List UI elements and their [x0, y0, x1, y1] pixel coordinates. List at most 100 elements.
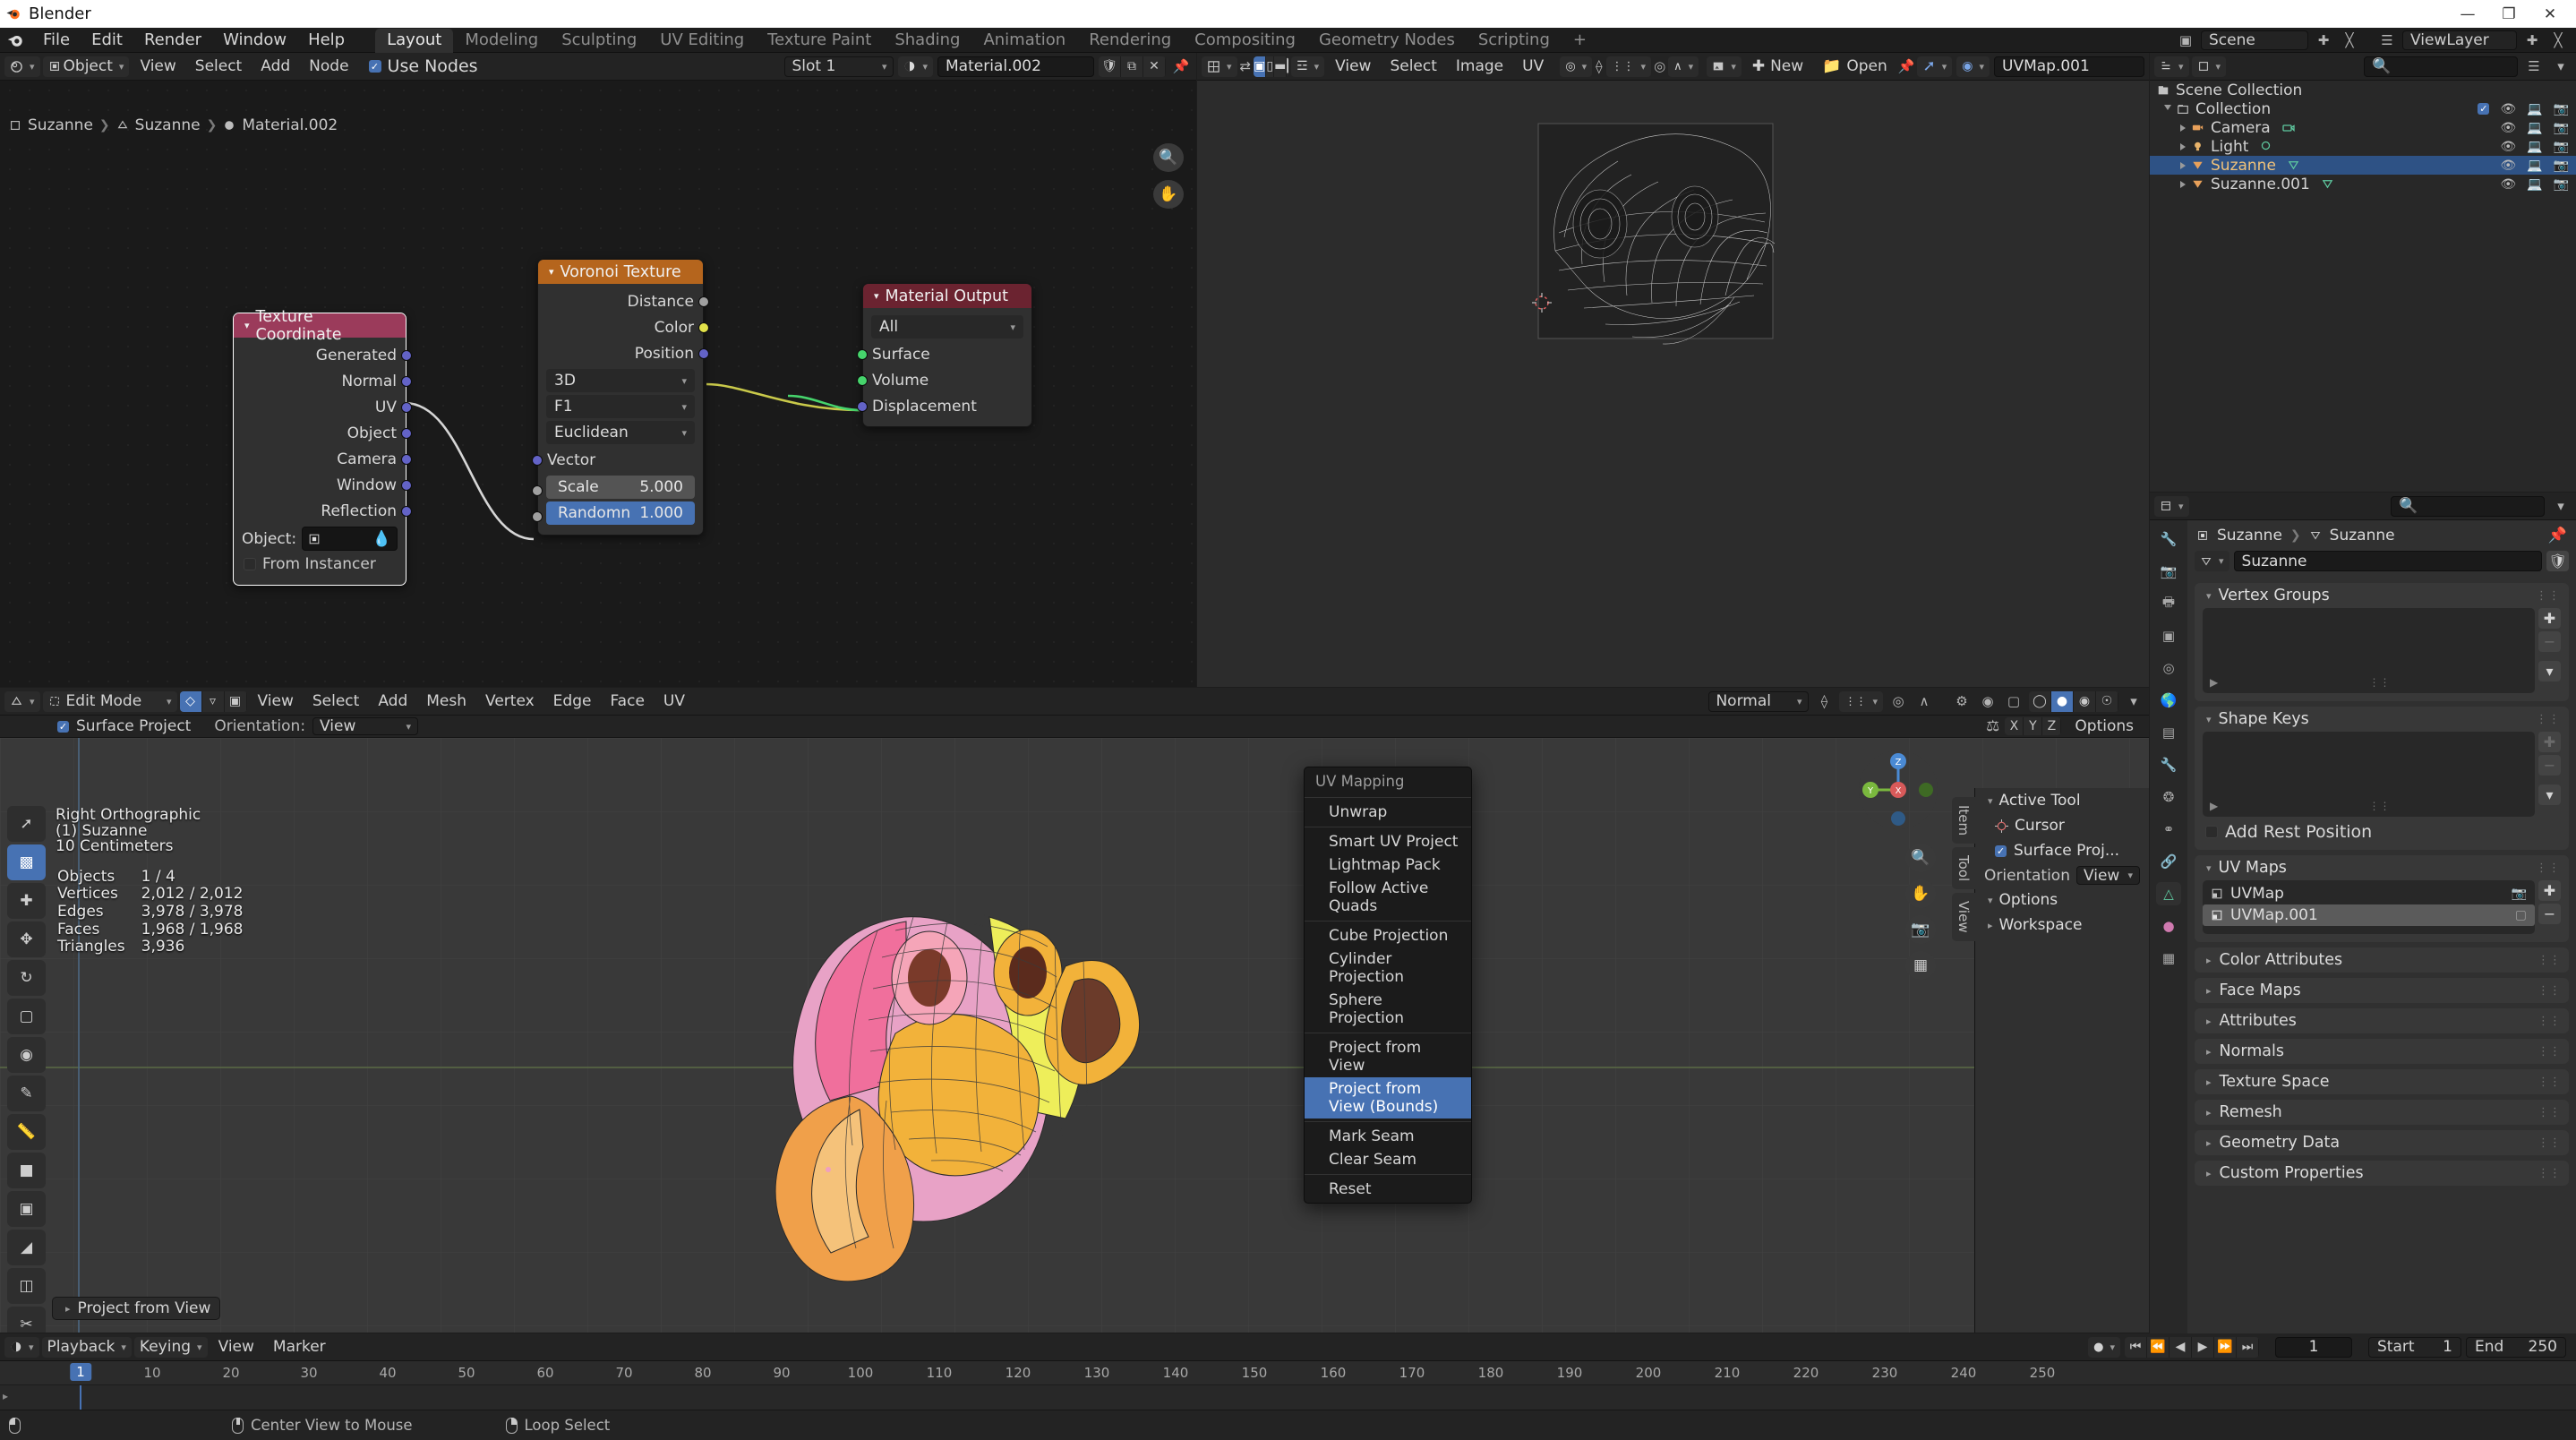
hide-in-viewport-icon[interactable]: 👁: [2500, 159, 2516, 173]
eyedropper-icon[interactable]: 💧: [372, 530, 391, 548]
node-header[interactable]: ▾ Material Output: [863, 284, 1031, 308]
drag-dots-icon[interactable]: ⋮⋮: [2536, 861, 2561, 875]
menu-item-project-from-view[interactable]: Project from View: [1305, 1036, 1471, 1077]
sidebar-workspace-header[interactable]: ▸ Workspace: [1975, 913, 2149, 938]
node-input-displacement[interactable]: Displacement: [857, 393, 1031, 419]
jump-to-end-button[interactable]: ⏭: [2237, 1336, 2259, 1358]
proportional-editing-icon[interactable]: ◎: [1654, 56, 1665, 76]
viewport-menu-mesh[interactable]: Mesh: [418, 691, 475, 712]
chevron-right-icon[interactable]: ▸: [2206, 955, 2212, 966]
from-instancer-checkbox[interactable]: ✓: [244, 558, 256, 570]
uv-menu-view[interactable]: View: [1327, 56, 1379, 77]
hide-in-viewport-icon[interactable]: 👁: [2500, 102, 2516, 116]
uv-display-mode-dropdown[interactable]: ➚ ▾: [1917, 56, 1953, 77]
editor-type-selector[interactable]: ▾: [4, 56, 40, 77]
tool-knife-icon[interactable]: ✂: [7, 1307, 46, 1333]
new-image-button[interactable]: ✚ New: [1744, 56, 1811, 77]
workspace-tab-rendering[interactable]: Rendering: [1077, 29, 1183, 53]
tool-extrude-icon[interactable]: ■: [7, 1153, 46, 1188]
frame-start-field[interactable]: Start 1: [2368, 1336, 2461, 1358]
workspace-tab-uv-editing[interactable]: UV Editing: [648, 29, 756, 53]
socket-dot[interactable]: [698, 321, 709, 333]
remove-viewlayer-icon[interactable]: ╳: [2547, 30, 2569, 50]
channel-expand-icon[interactable]: ▸: [3, 1390, 8, 1402]
mesh-browse-button[interactable]: ▾: [2195, 551, 2229, 571]
snap-target-dropdown[interactable]: ⋮⋮ ▾: [1605, 56, 1652, 77]
disable-in-viewports-icon[interactable]: 💻: [2527, 121, 2542, 135]
tool-measure-icon[interactable]: 📏: [7, 1114, 46, 1150]
menu-item-lightmap-pack[interactable]: Lightmap Pack: [1305, 853, 1471, 877]
inactive-render-camera-icon[interactable]: ▢: [2515, 908, 2527, 922]
collapse-chevron-icon[interactable]: ▾: [549, 266, 554, 278]
properties-options-icon[interactable]: ▾: [2550, 496, 2572, 516]
jump-to-start-button[interactable]: ⏮: [2125, 1336, 2147, 1358]
unlink-material-icon[interactable]: ✕: [1143, 56, 1166, 77]
select-mode-vertex-icon[interactable]: ◇: [179, 690, 202, 712]
pin-icon[interactable]: 📌: [1170, 56, 1192, 76]
panel-geometry-data[interactable]: ▸ Geometry Data ⋮⋮: [2195, 1130, 2569, 1155]
uv-select-mode-vertex-icon[interactable]: ▣: [1254, 56, 1267, 77]
voronoi-feature-dropdown[interactable]: F1 ▾: [546, 395, 695, 418]
play-reverse-button[interactable]: ◀: [2169, 1336, 2192, 1358]
drag-dots-icon[interactable]: ⋮⋮: [2537, 954, 2561, 967]
timeline-menu-marker[interactable]: Marker: [265, 1337, 334, 1358]
panel-header[interactable]: ▾ Vertex Groups ⋮⋮: [2195, 583, 2569, 608]
select-mode-face-icon[interactable]: ▣: [224, 690, 247, 712]
node-output-position[interactable]: Position: [538, 340, 709, 366]
voronoi-randomness-field[interactable]: Randomn 1.000: [546, 501, 695, 525]
viewport-menu-face[interactable]: Face: [602, 691, 652, 712]
socket-dot[interactable]: [401, 427, 412, 439]
chevron-down-icon[interactable]: ▾: [2206, 714, 2212, 725]
tool-orientation-dropdown[interactable]: View ▾: [312, 717, 419, 735]
uv-menu-image[interactable]: Image: [1448, 56, 1511, 77]
xray-toggle-icon[interactable]: ▢: [2003, 691, 2024, 711]
disable-in-viewports-icon[interactable]: 💻: [2527, 159, 2542, 173]
blender-menu-icon[interactable]: [5, 30, 25, 50]
material-preview-shading-icon[interactable]: ◉: [2074, 690, 2096, 712]
workspace-tab-geometry-nodes[interactable]: Geometry Nodes: [1307, 29, 1467, 53]
drag-dots-icon[interactable]: ⋮⋮: [2537, 1045, 2561, 1059]
chevron-right-icon[interactable]: ▸: [2206, 1107, 2212, 1119]
viewport-options-menu[interactable]: Options: [2067, 717, 2142, 735]
drag-dots-icon[interactable]: ⋮⋮: [2536, 589, 2561, 603]
exclude-checkbox[interactable]: ✓: [2478, 103, 2490, 115]
menu-item-sphere-projection[interactable]: Sphere Projection: [1305, 989, 1471, 1030]
add-shape-key-button[interactable]: ✚: [2538, 732, 2561, 752]
mirror-y-button[interactable]: Y: [2024, 717, 2043, 735]
uv-map-row-uvmap[interactable]: UVMap 📷: [2203, 883, 2535, 904]
tab-output[interactable]: 🖶: [2156, 592, 2181, 615]
drag-dots-icon[interactable]: ⋮⋮: [2536, 713, 2561, 726]
menu-item-unwrap[interactable]: Unwrap: [1305, 801, 1471, 824]
menu-item-smart-uv-project[interactable]: Smart UV Project: [1305, 830, 1471, 853]
disclosure-triangle-icon[interactable]: [2180, 124, 2186, 132]
snap-magnet-icon[interactable]: ⟠: [1595, 56, 1603, 76]
socket-dot[interactable]: [698, 296, 709, 307]
socket-dot[interactable]: [532, 511, 543, 522]
workspace-tab-shading[interactable]: Shading: [883, 29, 971, 53]
tool-bevel-icon[interactable]: ◢: [7, 1230, 46, 1265]
disable-in-renders-icon[interactable]: 📷: [2554, 159, 2569, 173]
interaction-mode-dropdown[interactable]: Edit Mode ▾: [42, 690, 177, 712]
viewport-menu-edge[interactable]: Edge: [545, 691, 600, 712]
node-texture-coordinate[interactable]: ▾ Texture Coordinate Generated Normal UV…: [233, 308, 412, 586]
panel-color-attributes[interactable]: ▸ Color Attributes ⋮⋮: [2195, 947, 2569, 973]
display-mode-dropdown[interactable]: ▾: [2191, 56, 2227, 77]
object-picker-field[interactable]: 💧: [302, 527, 398, 551]
add-workspace-button[interactable]: +: [1562, 29, 1598, 53]
falloff-dropdown-icon[interactable]: ∧: [1913, 691, 1935, 711]
menu-item-clear-seam[interactable]: Clear Seam: [1305, 1148, 1471, 1171]
sidebar-tab-tool[interactable]: Tool: [1952, 847, 1975, 890]
outliner-options-icon[interactable]: ▾: [2550, 56, 2572, 76]
node-voronoi-texture[interactable]: ▾ Voronoi Texture Distance Color Positio…: [532, 259, 709, 536]
tool-move-icon[interactable]: ✥: [7, 921, 46, 957]
new-viewlayer-icon[interactable]: ✚: [2521, 30, 2543, 50]
hide-in-viewport-icon[interactable]: 👁: [2500, 121, 2516, 135]
tool-rotate-icon[interactable]: ↻: [7, 960, 46, 996]
expand-arrow-icon[interactable]: ▶: [2210, 800, 2218, 812]
drag-dots-icon[interactable]: ⋮⋮: [2537, 984, 2561, 998]
close-button[interactable]: ✕: [2529, 0, 2571, 28]
current-frame-field[interactable]: 1: [2275, 1336, 2352, 1358]
open-image-button[interactable]: 📁 Open: [1814, 56, 1896, 77]
tool-loop-cut-icon[interactable]: ◫: [7, 1268, 46, 1304]
fake-user-icon[interactable]: 🛡: [1099, 56, 1121, 77]
